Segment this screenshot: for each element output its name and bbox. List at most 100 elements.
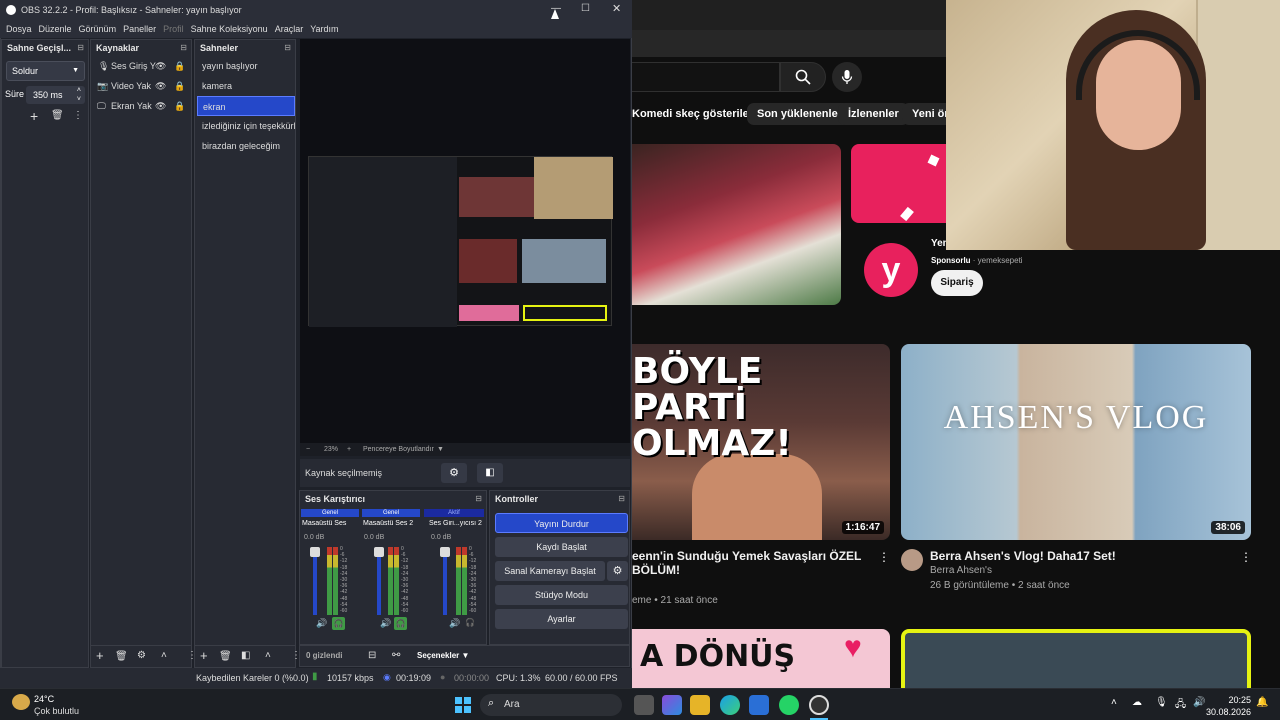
edge-icon[interactable] (720, 695, 740, 715)
filter-icon[interactable]: ◧ (241, 650, 250, 661)
close-icon[interactable]: ✕ (612, 2, 621, 15)
gear-icon[interactable]: ⚙ (607, 561, 628, 581)
menu-sahne-koleksiyonu[interactable]: Sahne Koleksiyonu (191, 24, 268, 34)
eye-icon[interactable]: 👁 (155, 56, 166, 76)
clock-time[interactable]: 20:25 (1213, 695, 1251, 705)
studio-mode-button[interactable]: Stüdyo Modu (495, 585, 628, 605)
video-1-title[interactable]: eenn'in Sunduğu Yemek Savaşları ÖZEL BÖL… (632, 549, 872, 577)
transition-select[interactable]: Soldur ▼ (6, 61, 85, 81)
slider-handle[interactable] (310, 547, 320, 557)
menu-dosya[interactable]: Dosya (6, 24, 32, 34)
weather-temp[interactable]: 24°C (34, 694, 54, 704)
video-2-title[interactable]: Berra Ahsen's Vlog! Daha17 Set! (930, 549, 1116, 563)
preview-canvas[interactable] (300, 39, 630, 443)
menu-duzenle[interactable]: Düzenle (39, 24, 72, 34)
menu-araclar[interactable]: Araçlar (275, 24, 304, 34)
eye-icon[interactable]: 👁 (155, 76, 166, 96)
menu-gorunum[interactable]: Görünüm (79, 24, 117, 34)
virtual-camera-button[interactable]: Sanal Kamerayı Başlat (495, 561, 605, 581)
clock-date[interactable]: 30.08.2026 (1203, 707, 1251, 717)
speaker-icon[interactable]: 🔊 (316, 618, 327, 629)
maximize-icon[interactable]: ☐ (581, 3, 590, 14)
scene-item-selected[interactable]: ekran (197, 96, 295, 116)
start-record-button[interactable]: Kaydı Başlat (495, 537, 628, 557)
chevron-down-icon[interactable]: ▼ (437, 443, 444, 456)
video-4-thumbnail[interactable] (901, 629, 1251, 688)
scene-item[interactable]: kamera (197, 76, 295, 96)
channel-name[interactable]: Masaüstü Ses 2 (363, 520, 421, 527)
zoom-out-icon[interactable]: − (306, 443, 310, 456)
more-vert-icon[interactable]: ⋮ (73, 110, 83, 121)
headphones-icon[interactable]: 🎧 (332, 617, 345, 630)
gear-icon[interactable]: ⚙ (441, 463, 467, 483)
menu-yardim[interactable]: Yardım (310, 24, 338, 34)
lock-icon[interactable]: 🔒 (174, 56, 185, 76)
chevron-up-icon[interactable]: ˄ (1111, 697, 1117, 708)
options-button[interactable]: Seçenekler ▼ (417, 651, 469, 660)
channel-name[interactable]: Ses Giri...yıcısı 2 (429, 520, 485, 527)
speaker-icon[interactable]: 🔊 (380, 618, 391, 629)
youtube-search-input[interactable] (632, 62, 780, 92)
duration-input[interactable]: 350 ms ˄ ˅ (26, 86, 85, 104)
weather-icon[interactable] (12, 694, 30, 710)
weather-desc[interactable]: Çok bulutlu (34, 706, 79, 716)
scene-item[interactable]: izlediğiniz için teşekkürl (197, 116, 295, 136)
speaker-icon[interactable]: 🔊 (449, 618, 460, 629)
layout-icon[interactable]: ⊟ (368, 650, 376, 661)
float-icon[interactable]: ⊟ (618, 491, 625, 507)
menu-paneller[interactable]: Paneller (123, 24, 156, 34)
trash-icon[interactable]: 🗑 (115, 651, 128, 662)
lock-icon[interactable]: 🔒 (174, 76, 185, 96)
network-icon[interactable]: 🖧 (1175, 697, 1186, 714)
stop-stream-button[interactable]: Yayını Durdur (495, 513, 628, 533)
filter-icon[interactable]: ◧ (477, 463, 503, 483)
scene-item[interactable]: birazdan geleceğim (197, 136, 295, 156)
fit-to-window[interactable]: Pencereye Boyutlandır (363, 443, 434, 456)
trash-icon[interactable]: 🗑 (219, 651, 232, 662)
trash-icon[interactable]: 🗑 (51, 110, 64, 121)
m365-icon[interactable] (662, 695, 682, 715)
source-item[interactable]: 📷 Video Yak 👁 🔒 (91, 76, 191, 96)
cloud-icon[interactable]: ☁ (1132, 697, 1142, 708)
headphones-icon[interactable]: 🎧 (394, 617, 407, 630)
ad-thumbnail[interactable] (632, 144, 841, 305)
float-icon[interactable]: ⊟ (77, 40, 84, 56)
headphones-icon[interactable]: 🎧 (465, 618, 475, 627)
volume-slider[interactable] (377, 547, 381, 615)
add-icon[interactable]: + (200, 648, 208, 663)
ad-cta-button[interactable]: Sipariş (931, 270, 983, 296)
microphone-icon[interactable] (832, 62, 862, 92)
task-view-icon[interactable] (634, 695, 654, 715)
folder-icon[interactable] (690, 695, 710, 715)
ad-banner[interactable] (851, 144, 946, 223)
chevron-down-icon[interactable]: ˅ (77, 91, 81, 109)
channel-name[interactable]: Masaüstü Ses (302, 520, 360, 527)
link-icon[interactable]: ⚯ (392, 650, 400, 661)
slider-handle[interactable] (374, 547, 384, 557)
volume-slider[interactable] (313, 547, 317, 615)
zoom-in-icon[interactable]: + (347, 443, 351, 456)
gear-icon[interactable]: ⚙ (137, 650, 146, 661)
eye-icon[interactable]: 👁 (155, 96, 166, 116)
menu-profil[interactable]: Profil (163, 24, 184, 34)
video-1-thumbnail[interactable]: BÖYLE PARTİ OLMAZ! 1:16:47 (632, 344, 890, 540)
chip-1[interactable]: Son yüklenenler (747, 103, 852, 125)
taskbar-search[interactable]: ⌕ Ara (480, 694, 622, 716)
store-icon[interactable] (749, 695, 769, 715)
slider-handle[interactable] (440, 547, 450, 557)
float-icon[interactable]: ⊟ (284, 40, 291, 56)
obs-taskbar-icon[interactable] (809, 695, 829, 715)
scene-item[interactable]: yayın başlıyor (197, 56, 295, 76)
more-vert-icon[interactable]: ⋮ (878, 550, 890, 564)
more-vert-icon[interactable]: ⋮ (1240, 550, 1252, 564)
chip-0[interactable]: Komedi skeç gösterileri (632, 103, 766, 125)
float-icon[interactable]: ⊟ (475, 491, 482, 507)
notification-icon[interactable]: 🔔 (1256, 697, 1268, 708)
video-2-channel[interactable]: Berra Ahsen's (930, 565, 992, 576)
video-3-thumbnail[interactable]: A DÖNÜŞ ♥ (632, 629, 890, 688)
microphone-icon[interactable]: 🎙 (1155, 697, 1168, 708)
source-item[interactable]: 🖵 Ekran Yak 👁 🔒 (91, 96, 191, 116)
whatsapp-icon[interactable] (779, 695, 799, 715)
channel-avatar[interactable] (901, 549, 923, 571)
video-2-thumbnail[interactable]: AHSEN'S VLOG 38:06 (901, 344, 1251, 540)
